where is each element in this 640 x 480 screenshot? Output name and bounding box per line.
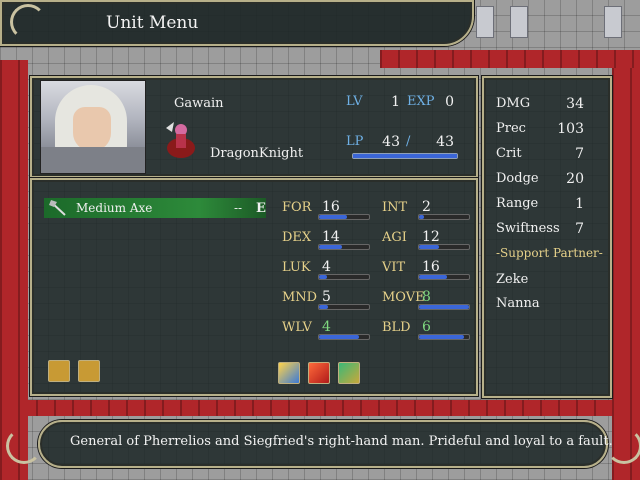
weapon-uses: -- <box>234 201 243 215</box>
title-bar: Unit Menu <box>0 0 474 46</box>
stat-bar <box>318 244 370 250</box>
pillar <box>604 6 622 38</box>
red-carpet-top <box>380 50 640 68</box>
stat-value: 4 <box>322 259 331 275</box>
stat-bar-fill <box>319 335 359 339</box>
stat-bar-fill <box>419 215 424 219</box>
stat-value: 5 <box>322 289 331 305</box>
stat-value: 8 <box>422 289 431 305</box>
stat-bar <box>318 304 370 310</box>
portrait-face <box>73 107 111 151</box>
ornament-curl-icon <box>606 428 640 464</box>
inventory-axe-icon[interactable] <box>48 360 70 382</box>
inventory-axe-icon[interactable] <box>78 360 100 382</box>
stat-label: MND <box>282 290 318 305</box>
lp-separator: / <box>406 134 411 149</box>
lv-value: 1 <box>391 94 400 110</box>
weapon-name: Medium Axe <box>76 201 153 215</box>
combat-stat-value: 103 <box>557 121 584 137</box>
weapon-equipped-mark: E <box>256 201 266 216</box>
stat-value: 6 <box>422 319 431 335</box>
grail-skill-icon[interactable] <box>338 362 360 384</box>
stat-label: VIT <box>382 260 406 275</box>
unit-class: DragonKnight <box>210 146 304 161</box>
burst-skill-icon[interactable] <box>278 362 300 384</box>
stat-bar <box>418 274 470 280</box>
stat-value: 2 <box>422 199 431 215</box>
combat-stat-value: 7 <box>575 221 584 237</box>
stat-bar-fill <box>319 305 328 309</box>
unit-portrait <box>40 80 146 174</box>
portrait-armor <box>41 147 145 173</box>
stat-label: FOR <box>282 200 312 215</box>
stat-bar <box>418 214 470 220</box>
stat-bar <box>318 334 370 340</box>
description-panel: General of Pherrelios and Siegfried's ri… <box>38 420 613 468</box>
stat-bar-fill <box>419 275 447 279</box>
support-partner: Nanna <box>496 296 540 311</box>
support-partner: Zeke <box>496 272 529 287</box>
red-carpet-left <box>0 60 28 480</box>
combat-stat-label: Prec <box>496 121 526 136</box>
combat-stat-label: DMG <box>496 96 531 111</box>
lp-current: 43 <box>382 134 400 150</box>
stat-label: DEX <box>282 230 312 245</box>
exp-label: EXP <box>407 94 435 109</box>
stat-value: 16 <box>322 199 340 215</box>
unit-name: Gawain <box>174 96 224 111</box>
combat-stat-label: Range <box>496 196 539 211</box>
ornament-curl-icon <box>6 428 42 464</box>
support-header: -Support Partner- <box>496 246 603 260</box>
pillar <box>476 6 494 38</box>
combat-stat-value: 1 <box>575 196 584 212</box>
combat-stat-value: 20 <box>566 171 584 187</box>
stat-value: 14 <box>322 229 340 245</box>
red-carpet-bottom <box>0 400 640 416</box>
stat-label: INT <box>382 200 408 215</box>
sword-slash-skill-icon[interactable] <box>308 362 330 384</box>
lp-bar-fill <box>353 154 457 158</box>
lv-label: LV <box>346 94 363 109</box>
stat-value: 4 <box>322 319 331 335</box>
stat-value: 12 <box>422 229 440 245</box>
unit-description: General of Pherrelios and Siegfried's ri… <box>70 434 613 449</box>
exp-value: 0 <box>445 94 454 110</box>
axe-icon <box>49 200 66 216</box>
stat-bar-fill <box>319 275 327 279</box>
combat-stat-value: 7 <box>575 146 584 162</box>
stat-bar <box>318 274 370 280</box>
stat-bar-fill <box>419 335 464 339</box>
stat-bar <box>318 214 370 220</box>
lp-bar <box>352 153 458 159</box>
stat-bar-fill <box>419 305 469 309</box>
stat-bar-fill <box>319 245 342 249</box>
stat-bar <box>418 304 470 310</box>
stat-value: 16 <box>422 259 440 275</box>
lp-max: 43 <box>436 134 454 150</box>
stat-label: LUK <box>282 260 311 275</box>
stat-label: BLD <box>382 320 411 335</box>
red-carpet-right <box>612 60 640 480</box>
window-title: Unit Menu <box>106 13 199 33</box>
pillar <box>510 6 528 38</box>
stat-bar-fill <box>419 245 439 249</box>
stat-bar-fill <box>319 215 347 219</box>
stat-label: MOVE <box>382 290 425 305</box>
stat-label: AGI <box>382 230 407 245</box>
stat-bar <box>418 244 470 250</box>
dragon-knight-sprite-icon <box>166 122 195 158</box>
combat-stat-label: Crit <box>496 146 522 161</box>
combat-stat-label: Dodge <box>496 171 539 186</box>
stat-bar <box>418 334 470 340</box>
ornament-curl-icon <box>10 4 46 40</box>
combat-stat-value: 34 <box>566 96 584 112</box>
stat-label: WLV <box>282 320 312 335</box>
lp-label: LP <box>346 134 364 149</box>
